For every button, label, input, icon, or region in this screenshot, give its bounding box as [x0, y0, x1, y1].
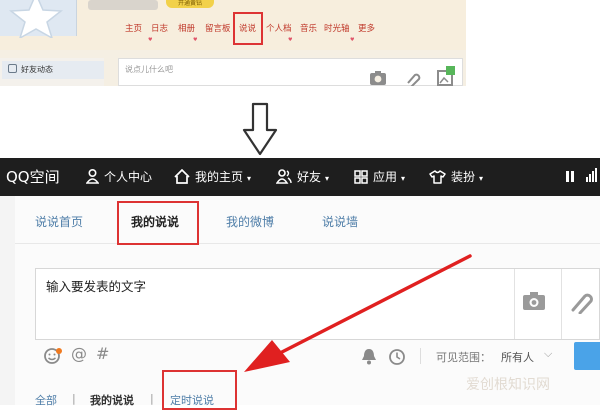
- old-nav-more[interactable]: 更多: [358, 22, 375, 34]
- subtab-separator: |: [72, 392, 76, 405]
- nav-friends-label: 好友: [297, 170, 322, 184]
- old-nav-blog[interactable]: 日志: [151, 22, 168, 34]
- star-icon: [8, 0, 64, 38]
- nav-dressup-label: 装扮: [451, 170, 476, 184]
- clock-icon[interactable]: [388, 348, 406, 366]
- chevron-down-icon: ▾: [479, 174, 484, 183]
- visibility-label: 可见范围：: [436, 351, 491, 364]
- nav-my-homepage-label: 我的主页: [195, 170, 244, 184]
- old-nav-album[interactable]: 相册: [178, 22, 195, 34]
- nav-my-homepage[interactable]: 我的主页 ▾: [174, 158, 251, 196]
- mention-icon[interactable]: @: [71, 344, 87, 363]
- chevron-down-icon: ▾: [247, 174, 252, 183]
- camera-icon[interactable]: [523, 292, 545, 310]
- heart-icon: ♥: [193, 37, 198, 43]
- my-shuoshuo-highlight-box: [117, 201, 199, 245]
- feed-icon: [8, 64, 17, 73]
- topbar-right-controls[interactable]: [560, 158, 600, 196]
- old-nav-profile[interactable]: 个人档: [266, 22, 292, 34]
- publish-button[interactable]: [574, 342, 600, 370]
- old-yellow-diamond-tag[interactable]: 开通黄钻: [166, 0, 214, 8]
- nav-personal-center-label: 个人中心: [104, 170, 153, 184]
- home-icon: [174, 168, 190, 184]
- shirt-icon: [429, 170, 446, 184]
- nav-apps[interactable]: 应用 ▾: [354, 158, 405, 196]
- paperclip-icon: [407, 73, 421, 86]
- old-friends-feed-item[interactable]: 好友动态: [2, 61, 104, 79]
- scheduled-highlight-box: [162, 370, 237, 410]
- old-nickname-blur: [88, 0, 158, 10]
- chevron-down-icon[interactable]: ⌵: [544, 347, 552, 361]
- new-badge-icon: [446, 66, 455, 75]
- old-friends-feed-label: 好友动态: [21, 65, 53, 74]
- emoji-icon[interactable]: [44, 347, 64, 365]
- down-arrow-icon: [242, 102, 278, 156]
- pause-icon: [566, 171, 574, 182]
- subtab-all[interactable]: 全部: [35, 392, 57, 408]
- grid-icon: [354, 170, 368, 184]
- nav-friends[interactable]: 好友 ▾: [275, 158, 330, 196]
- old-nav-home[interactable]: 主页: [125, 22, 142, 34]
- old-avatar[interactable]: [0, 0, 77, 38]
- old-nav-music[interactable]: 音乐: [300, 22, 317, 34]
- camera-icon: [370, 71, 386, 85]
- old-input-placeholder: 说点儿什么吧: [125, 65, 173, 74]
- post-textarea-placeholder: 输入要发表的文字: [46, 279, 147, 294]
- subtab-my-shuoshuo[interactable]: 我的说说: [90, 392, 134, 408]
- visibility-select[interactable]: 所有人: [501, 349, 534, 365]
- friends-icon: [275, 169, 292, 184]
- nav-apps-label: 应用: [373, 170, 398, 184]
- topic-icon[interactable]: #: [96, 344, 109, 363]
- tabs-divider: [15, 243, 600, 244]
- toolbar-divider: [420, 348, 421, 364]
- heart-icon: ♥: [148, 37, 153, 43]
- chevron-down-icon: ▾: [401, 174, 406, 183]
- chevron-down-icon: ▾: [325, 174, 330, 183]
- old-nav-guestbook[interactable]: 留言板: [205, 22, 231, 34]
- nav-personal-center[interactable]: 个人中心: [85, 158, 153, 196]
- tab-shuoshuo-home[interactable]: 说说首页: [35, 213, 83, 230]
- watermark: 爱创根知识网: [466, 377, 550, 393]
- editor-divider: [561, 269, 562, 339]
- paperclip-icon[interactable]: [569, 290, 597, 314]
- person-icon: [85, 168, 100, 184]
- heart-icon: ♥: [350, 37, 355, 43]
- tab-shuoshuo-wall[interactable]: 说说墙: [322, 213, 358, 230]
- bell-icon[interactable]: [360, 348, 378, 365]
- subtab-separator: |: [150, 392, 154, 405]
- editor-divider: [514, 269, 515, 339]
- tab-my-weibo[interactable]: 我的微博: [226, 213, 274, 230]
- signal-bars-icon: [586, 168, 597, 182]
- old-shuoshuo-highlight-box: [233, 12, 263, 45]
- qzone-logo[interactable]: QQ空间: [6, 158, 60, 196]
- old-nav-timeline[interactable]: 时光轴: [324, 22, 350, 34]
- heart-icon: ♥: [288, 37, 293, 43]
- nav-dressup[interactable]: 装扮 ▾: [429, 158, 483, 196]
